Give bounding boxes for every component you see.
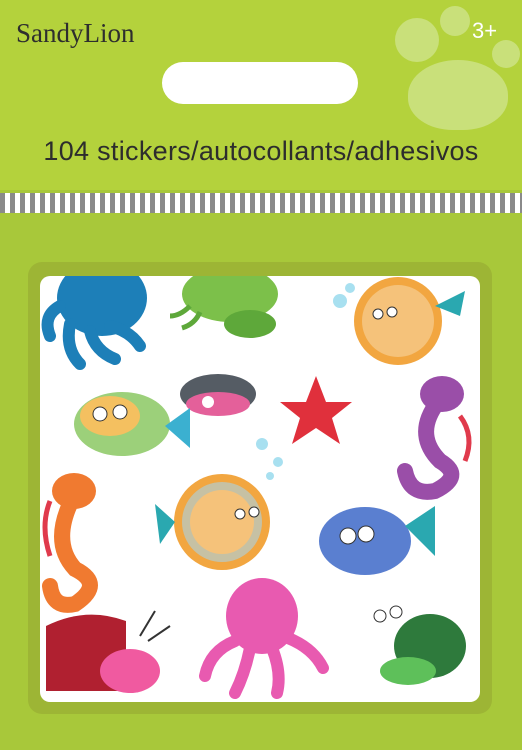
pufferfish-sticker[interactable]	[155, 474, 270, 570]
fish-sticker[interactable]	[319, 506, 435, 575]
age-rating-badge: 3+	[472, 18, 498, 43]
octopus-sticker[interactable]	[199, 578, 329, 699]
starfish-sticker[interactable]	[280, 376, 352, 444]
paw-toe-decoration	[492, 40, 520, 68]
brand-logo: SandyLion	[16, 18, 135, 49]
hermit-crab-sticker[interactable]	[46, 610, 171, 693]
paw-toe-decoration	[440, 6, 470, 36]
paw-print-decoration	[395, 18, 439, 62]
sticker-count-label: 104 stickers/autocollants/adhesivos	[43, 136, 479, 166]
fish-sticker[interactable]	[74, 392, 190, 456]
bubbles-decoration	[256, 438, 283, 480]
pufferfish-sticker[interactable]	[333, 277, 465, 365]
paw-pad-decoration	[408, 60, 508, 130]
seahorse-sticker[interactable]	[42, 473, 98, 613]
sticker-sheet	[40, 276, 480, 702]
perforation-stripe	[0, 193, 522, 213]
hang-tab-hole	[162, 62, 358, 104]
clam-sticker[interactable]	[180, 374, 256, 416]
octopus-sticker[interactable]	[41, 276, 147, 370]
sticker-artwork	[41, 276, 472, 699]
crab-sticker[interactable]	[169, 276, 278, 338]
seahorse-sticker[interactable]	[397, 376, 472, 500]
brand-logo-text: SandyLion	[16, 18, 135, 48]
hermit-crab-sticker[interactable]	[373, 605, 466, 685]
